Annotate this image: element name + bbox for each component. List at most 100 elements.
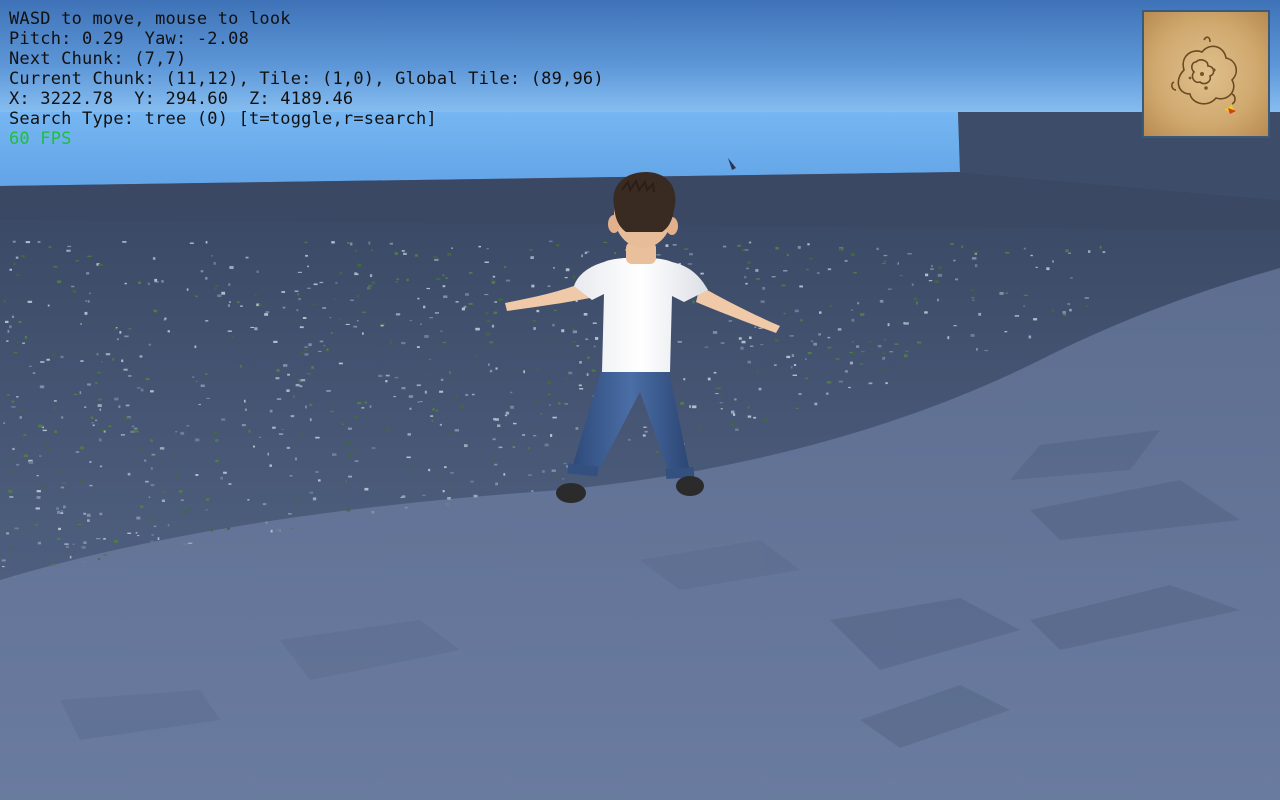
vegetation-speck <box>247 499 250 501</box>
vegetation-speck <box>440 330 443 332</box>
vegetation-speck <box>128 375 132 377</box>
vegetation-speck <box>57 280 61 283</box>
vegetation-speck <box>23 433 27 436</box>
vegetation-speck <box>357 402 362 405</box>
vegetation-speck <box>118 529 122 530</box>
vegetation-speck <box>538 430 541 433</box>
current-chunk-readout: Current Chunk: (11,12), Tile: (1,0), Glo… <box>9 69 604 89</box>
vegetation-speck <box>1068 252 1071 254</box>
vegetation-speck <box>774 338 779 342</box>
vegetation-speck <box>128 328 132 330</box>
vegetation-speck <box>700 272 704 275</box>
vegetation-speck <box>378 374 383 378</box>
vegetation-speck <box>136 387 141 389</box>
vegetation-speck <box>356 319 359 322</box>
vegetation-speck <box>264 313 269 316</box>
vegetation-speck <box>807 243 810 246</box>
vegetation-speck <box>297 293 300 296</box>
vegetation-speck <box>533 327 536 330</box>
vegetation-speck <box>422 494 426 496</box>
vegetation-speck <box>227 330 232 332</box>
vegetation-speck <box>200 384 205 387</box>
vegetation-speck <box>494 463 498 466</box>
vegetation-speck <box>1028 335 1032 339</box>
vegetation-speck <box>473 494 478 498</box>
vegetation-speck <box>851 353 856 355</box>
vegetation-speck <box>758 387 762 391</box>
vegetation-speck <box>1033 318 1038 321</box>
vegetation-speck <box>614 252 617 255</box>
vegetation-speck <box>504 266 507 269</box>
vegetation-speck <box>281 291 286 293</box>
vegetation-speck <box>335 282 338 284</box>
vegetation-speck <box>23 454 28 457</box>
vegetation-speck <box>87 519 90 522</box>
vegetation-speck <box>21 255 25 258</box>
vegetation-speck <box>32 372 36 374</box>
vegetation-speck <box>424 390 427 394</box>
vegetation-speck <box>947 336 950 340</box>
vegetation-speck <box>75 260 79 262</box>
vegetation-speck <box>442 490 445 493</box>
vegetation-speck <box>119 331 122 334</box>
vegetation-speck <box>180 499 184 501</box>
vegetation-speck <box>950 243 954 245</box>
vegetation-speck <box>762 286 766 290</box>
vegetation-speck <box>423 305 426 309</box>
vegetation-speck <box>835 358 840 360</box>
vegetation-speck <box>853 272 857 274</box>
vegetation-speck <box>6 340 9 342</box>
vegetation-speck <box>882 262 886 265</box>
vegetation-speck <box>3 299 6 303</box>
vegetation-speck <box>461 307 465 311</box>
vegetation-speck <box>439 390 444 393</box>
vegetation-speck <box>857 302 860 305</box>
vegetation-speck <box>364 401 368 404</box>
vegetation-speck <box>731 410 735 414</box>
vegetation-speck <box>557 402 561 405</box>
vegetation-speck <box>253 445 255 448</box>
vegetation-speck <box>456 395 458 399</box>
vegetation-speck <box>793 364 797 366</box>
vegetation-speck <box>12 447 15 451</box>
vegetation-speck <box>286 446 290 449</box>
vegetation-speck <box>175 431 178 433</box>
vegetation-speck <box>17 342 20 344</box>
vegetation-speck <box>248 429 251 433</box>
vegetation-speck <box>911 283 914 286</box>
vegetation-speck <box>928 280 933 282</box>
left-shoe <box>556 483 586 503</box>
vegetation-speck <box>291 527 293 530</box>
vegetation-speck <box>306 373 311 375</box>
vegetation-speck <box>130 430 135 433</box>
vegetation-speck <box>354 272 358 274</box>
vegetation-speck <box>953 259 956 262</box>
vegetation-speck <box>326 390 331 392</box>
vegetation-speck <box>814 402 818 406</box>
vegetation-speck <box>294 457 297 461</box>
vegetation-speck <box>561 329 565 333</box>
vegetation-speck <box>103 538 106 540</box>
vegetation-speck <box>756 369 759 373</box>
vegetation-speck <box>262 503 267 506</box>
vegetation-speck <box>1023 247 1026 250</box>
vegetation-speck <box>16 463 20 466</box>
vegetation-speck <box>572 327 575 329</box>
vegetation-speck <box>205 320 209 322</box>
vegetation-speck <box>454 429 459 432</box>
vegetation-speck <box>7 394 10 396</box>
vegetation-speck <box>84 406 87 408</box>
vegetation-speck <box>417 401 420 403</box>
vegetation-speck <box>148 496 151 498</box>
vegetation-speck <box>205 241 208 244</box>
minimap[interactable] <box>1142 10 1270 138</box>
vegetation-speck <box>148 453 150 457</box>
vegetation-speck <box>628 438 631 441</box>
vegetation-speck <box>215 439 219 442</box>
vegetation-speck <box>355 249 358 253</box>
vegetation-speck <box>13 575 16 579</box>
vegetation-speck <box>475 327 480 331</box>
vegetation-speck <box>860 313 865 316</box>
vegetation-speck <box>99 408 102 411</box>
vegetation-speck <box>287 373 290 376</box>
